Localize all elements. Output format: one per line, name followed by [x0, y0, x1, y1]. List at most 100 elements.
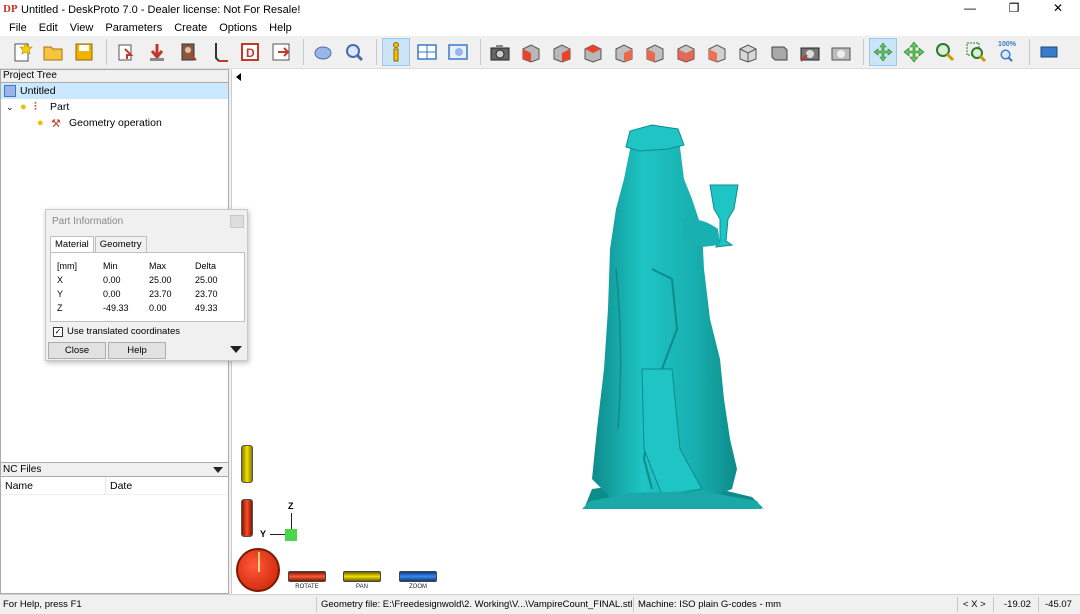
nc-files-columns: Name Date	[1, 477, 228, 495]
2d-button[interactable]: D	[236, 38, 264, 66]
z-rotate-slider[interactable]	[241, 499, 253, 537]
pan-bar[interactable]	[343, 571, 381, 582]
open-icon	[43, 46, 63, 61]
iso-view-button[interactable]	[703, 38, 731, 66]
menu-view[interactable]: View	[64, 22, 100, 34]
table-header-cell: Min	[103, 261, 118, 271]
3d-viewport[interactable]: Z Y	[232, 69, 1080, 594]
front-view-button[interactable]	[517, 38, 545, 66]
toolpath-button[interactable]	[1035, 38, 1063, 66]
lightbulb-icon[interactable]: ●	[37, 117, 49, 129]
close-dialog-button[interactable]: Close	[48, 342, 106, 359]
info-button[interactable]	[382, 38, 410, 66]
zoom-view-button[interactable]	[340, 38, 368, 66]
zoom-bar[interactable]	[399, 571, 437, 582]
camera-options-button[interactable]	[827, 38, 855, 66]
cube-view-button[interactable]	[734, 38, 762, 66]
window-title: Untitled - DeskProto 7.0 - Dealer licens…	[21, 3, 301, 16]
pan-mode-button[interactable]	[900, 38, 928, 66]
load-image-button[interactable]	[174, 38, 202, 66]
close-button[interactable]: ✕	[1036, 0, 1080, 19]
minimize-button[interactable]: —	[948, 0, 992, 19]
toolbar-separator	[1029, 39, 1030, 65]
menu-file[interactable]: File	[3, 22, 33, 34]
tree-node-part[interactable]: ⌄ ● ⫶ Part	[1, 99, 69, 115]
top-view-icon	[646, 44, 664, 63]
menu-edit[interactable]: Edit	[33, 22, 64, 34]
status-geometry-file: Geometry file: E:\Freedesignwold\2. Work…	[321, 599, 633, 610]
pan-label: PAN	[356, 584, 368, 590]
checkbox-box[interactable]: ✓	[53, 326, 63, 337]
menu-create[interactable]: Create	[168, 22, 213, 34]
table-cell: 0.00	[103, 275, 121, 285]
right-view-icon	[615, 44, 633, 63]
dropdown-arrow-icon[interactable]	[213, 467, 223, 473]
table-row: Y 0.00 23.70 23.70	[57, 287, 235, 301]
collapse-panel-icon[interactable]	[236, 73, 241, 81]
chevron-down-icon[interactable]: ⌄	[6, 102, 16, 113]
status-separator	[633, 597, 634, 612]
tab-material[interactable]: Material	[50, 236, 94, 253]
column-name[interactable]: Name	[1, 477, 106, 494]
axis-z-label: Z	[288, 501, 294, 511]
menu-help[interactable]: Help	[263, 22, 298, 34]
import-button[interactable]	[143, 38, 171, 66]
tab-geometry[interactable]: Geometry	[94, 236, 147, 253]
zoom-100-button[interactable]: 100%	[993, 38, 1021, 66]
rotate-mode-button[interactable]	[869, 38, 897, 66]
cube-view-icon	[739, 44, 757, 63]
status-coord-1: -19.02	[1004, 599, 1031, 610]
view-object-button[interactable]	[309, 38, 337, 66]
bottom-view-button[interactable]	[672, 38, 700, 66]
lightbulb-icon[interactable]: ●	[20, 101, 32, 113]
open-button[interactable]	[39, 38, 67, 66]
table-cell: 0.00	[149, 303, 167, 313]
tree-node-untitled[interactable]: Untitled	[1, 83, 228, 99]
toolbar-separator	[480, 39, 481, 65]
rotate-bar[interactable]	[288, 571, 326, 582]
use-translated-checkbox[interactable]: ✓ Use translated coordinates	[53, 326, 180, 337]
left-view-button[interactable]	[579, 38, 607, 66]
vampire-model	[582, 124, 764, 509]
layout-button[interactable]	[413, 38, 441, 66]
dialog-tabs: Material Geometry	[50, 236, 148, 253]
restore-button[interactable]: ❐	[992, 0, 1036, 19]
table-cell: X	[57, 275, 64, 285]
table-row: Z -49.33 0.00 49.33	[57, 301, 235, 315]
status-separator	[316, 597, 317, 612]
tree-node-geometry-operation[interactable]: ● ⚒ Geometry operation	[1, 115, 162, 131]
zoom-slider[interactable]	[241, 445, 253, 483]
help-button[interactable]: Help	[108, 342, 166, 359]
drill-button[interactable]	[205, 38, 233, 66]
zoom-window-button[interactable]	[962, 38, 990, 66]
tree-node-label: Untitled	[20, 85, 56, 97]
nc-files-header[interactable]: NC Files	[0, 462, 229, 477]
load-image-icon	[181, 43, 197, 61]
right-view-button[interactable]	[610, 38, 638, 66]
rotate-dial[interactable]	[236, 548, 280, 592]
menu-parameters[interactable]: Parameters	[99, 22, 168, 34]
status-coord-2: -45.07	[1045, 599, 1072, 610]
menu-options[interactable]: Options	[213, 22, 263, 34]
snapshot-button[interactable]	[796, 38, 824, 66]
part-info-button[interactable]	[444, 38, 472, 66]
camera-button[interactable]	[486, 38, 514, 66]
render-icon	[771, 46, 788, 61]
expand-arrow-icon[interactable]	[230, 346, 242, 353]
save-nc-icon	[272, 43, 290, 61]
new-button[interactable]	[8, 38, 36, 66]
axis-y-line	[270, 534, 286, 535]
save-button[interactable]	[70, 38, 98, 66]
top-view-button[interactable]	[641, 38, 669, 66]
zoom-mode-button[interactable]	[931, 38, 959, 66]
save-nc-button[interactable]	[267, 38, 295, 66]
back-view-button[interactable]	[548, 38, 576, 66]
zoom-window-icon	[966, 42, 987, 63]
table-cell: 25.00	[195, 275, 218, 285]
bottom-view-icon	[677, 44, 695, 63]
dialog-title-bar[interactable]: Part Information	[46, 210, 247, 233]
render-button[interactable]	[765, 38, 793, 66]
dialog-close-box[interactable]	[230, 215, 244, 228]
load-geometry-button[interactable]	[112, 38, 140, 66]
column-date[interactable]: Date	[106, 477, 132, 494]
